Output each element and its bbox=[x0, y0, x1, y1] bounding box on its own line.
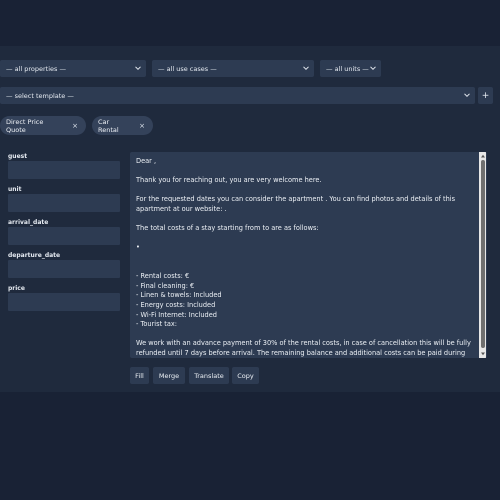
editor-line: For the requested dates you can consider… bbox=[136, 195, 456, 213]
scrollbar-thumb[interactable] bbox=[480, 160, 485, 348]
unit-input[interactable] bbox=[8, 194, 120, 212]
close-icon[interactable]: × bbox=[139, 122, 145, 130]
editor-line: • bbox=[136, 243, 140, 252]
field-label-price: price bbox=[8, 285, 25, 292]
chevron-down-icon bbox=[303, 66, 309, 71]
scroll-up-icon[interactable] bbox=[480, 154, 485, 158]
template-text: Dear , Thank you for reaching out, you a… bbox=[136, 157, 476, 358]
copy-button[interactable]: Copy bbox=[232, 367, 259, 384]
editor-scrollbar[interactable] bbox=[479, 152, 486, 358]
use-cases-select-value: — all use cases — bbox=[158, 64, 217, 73]
departure-date-input[interactable] bbox=[8, 260, 120, 278]
units-select[interactable]: — all units — bbox=[320, 60, 381, 77]
field-label-arrival-date: arrival_date bbox=[8, 219, 49, 226]
editor-line: Thank you for reaching out, you are very… bbox=[136, 176, 322, 185]
template-editor[interactable]: Dear , Thank you for reaching out, you a… bbox=[130, 152, 487, 358]
editor-line: - Tourist tax: bbox=[136, 320, 178, 329]
chevron-down-icon bbox=[370, 66, 376, 71]
editor-line: We work with an advance payment of 30% o… bbox=[136, 339, 471, 357]
guest-input[interactable] bbox=[8, 161, 120, 179]
tag-chip[interactable]: Direct Price Quote × bbox=[0, 116, 86, 135]
close-icon[interactable]: × bbox=[72, 122, 78, 130]
template-select-value: — select template — bbox=[6, 91, 74, 100]
editor-line: - Final cleaning: € bbox=[136, 281, 195, 290]
editor-line: - Energy costs: Included bbox=[136, 300, 216, 309]
chevron-down-icon bbox=[464, 93, 470, 98]
add-template-button[interactable]: + bbox=[478, 87, 493, 104]
field-label-guest: guest bbox=[8, 153, 28, 160]
chevron-down-icon bbox=[135, 66, 141, 71]
translate-button[interactable]: Translate bbox=[189, 367, 229, 384]
arrival-date-input[interactable] bbox=[8, 227, 120, 245]
merge-button[interactable]: Merge bbox=[153, 367, 185, 384]
editor-line: The total costs of a stay starting from … bbox=[136, 224, 319, 233]
editor-line: - Wi-Fi Internet: Included bbox=[136, 310, 217, 319]
field-label-departure-date: departure_date bbox=[8, 252, 61, 259]
price-input[interactable] bbox=[8, 293, 120, 311]
field-label-unit: unit bbox=[8, 186, 22, 193]
properties-select[interactable]: — all properties — bbox=[0, 60, 146, 77]
units-select-value: — all units — bbox=[326, 64, 369, 73]
editor-line: - Linen & towels: Included bbox=[136, 291, 222, 300]
editor-line: - Rental costs: € bbox=[136, 272, 190, 281]
fill-button[interactable]: Fill bbox=[130, 367, 149, 384]
tag-chip[interactable]: Car Rental × bbox=[92, 116, 153, 135]
plus-icon: + bbox=[481, 90, 490, 101]
use-cases-select[interactable]: — all use cases — bbox=[152, 60, 314, 77]
editor-line: Dear , bbox=[136, 157, 157, 165]
template-select[interactable]: — select template — bbox=[0, 87, 475, 104]
scroll-down-icon[interactable] bbox=[480, 352, 485, 356]
tag-chip-label: Direct Price Quote bbox=[6, 117, 44, 134]
properties-select-value: — all properties — bbox=[6, 64, 66, 73]
tag-chip-label: Car Rental bbox=[98, 117, 119, 134]
